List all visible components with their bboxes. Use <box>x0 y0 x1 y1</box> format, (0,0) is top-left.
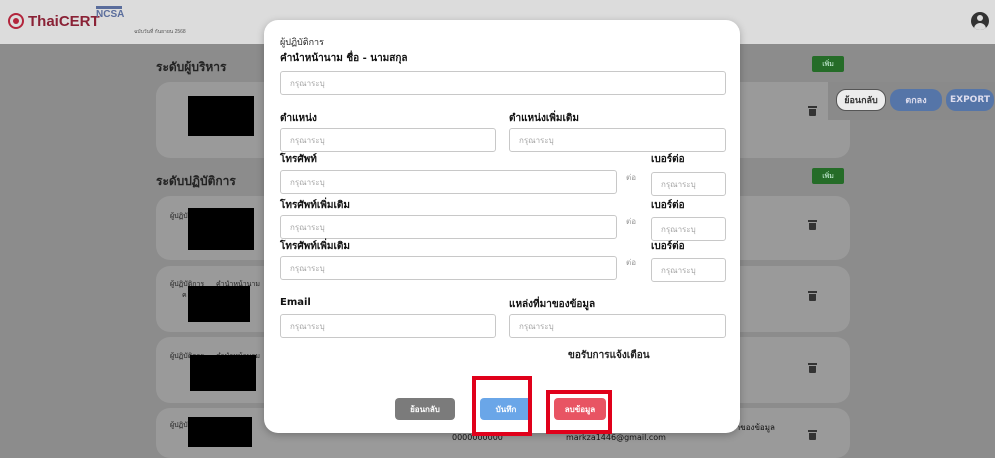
extra-ext-input[interactable] <box>651 217 726 241</box>
ext-joiner: ต่อ <box>626 173 636 182</box>
source-input[interactable] <box>509 314 726 338</box>
action-bar: ย้อนกลับ ตกลง EXPORT <box>828 82 995 120</box>
trash-icon[interactable] <box>808 106 817 116</box>
add-executive-button[interactable]: เพิ่ม <box>812 56 844 72</box>
name-input[interactable] <box>280 71 726 95</box>
extra-ext-input[interactable] <box>651 258 726 282</box>
topbar-date: ฉบับวันที่ กันยายน 2568 <box>134 29 186 35</box>
trash-icon[interactable] <box>808 220 817 230</box>
redacted-block <box>190 355 256 391</box>
source-label: แหล่งที่มาของข้อมูล <box>509 299 596 310</box>
modal-back-button[interactable]: ย้อนกลับ <box>395 398 455 420</box>
section-title-executive: ระดับผู้บริหาร <box>156 60 227 74</box>
name-label: คำนำหน้านาม ชื่อ - นามสกุล <box>280 53 408 64</box>
redacted-block <box>188 208 254 250</box>
ext-joiner: ต่อ <box>626 217 636 226</box>
ext-input[interactable] <box>651 172 726 196</box>
trash-icon[interactable] <box>808 430 817 440</box>
back-button[interactable]: ย้อนกลับ <box>836 89 886 111</box>
extra-position-input[interactable] <box>509 128 726 152</box>
ext-label: เบอร์ต่อ <box>651 200 685 211</box>
email-input[interactable] <box>280 314 496 338</box>
redacted-block <box>188 286 250 322</box>
brand-name: ThaiCERT <box>28 12 100 30</box>
ext-label: เบอร์ต่อ <box>651 154 685 165</box>
ok-button[interactable]: ตกลง <box>890 89 942 111</box>
extra-phone-input[interactable] <box>280 256 617 280</box>
thaicert-logo[interactable]: ThaiCERT <box>8 10 100 32</box>
extra-phone-input[interactable] <box>280 215 617 239</box>
extra-phone-label: โทรศัพท์เพิ่มเติม <box>280 241 350 252</box>
export-button[interactable]: EXPORT <box>946 89 994 111</box>
ext-joiner: ต่อ <box>626 258 636 267</box>
position-label: ตำแหน่ง <box>280 113 317 124</box>
bottom-email: markza1446@gmail.com <box>566 433 666 442</box>
extra-position-label: ตำแหน่งเพิ่มเติม <box>509 113 579 124</box>
phone-input[interactable] <box>280 170 617 194</box>
user-icon[interactable] <box>971 12 989 30</box>
section-title-operations: ระดับปฏิบัติการ <box>156 174 236 188</box>
edit-operator-modal: ผู้ปฏิบัติการ คำนำหน้านาม ชื่อ - นามสกุล… <box>264 20 740 433</box>
ext-label: เบอร์ต่อ <box>651 241 685 252</box>
position-input[interactable] <box>280 128 496 152</box>
save-highlight-box <box>472 376 532 436</box>
phone-label: โทรศัพท์ <box>280 154 317 165</box>
trash-icon[interactable] <box>808 291 817 301</box>
redacted-block <box>188 96 254 136</box>
notify-label: ขอรับการแจ้งเตือน <box>568 350 650 361</box>
email-label: Email <box>280 297 311 308</box>
extra-phone-label: โทรศัพท์เพิ่มเติม <box>280 200 350 211</box>
thaicert-emblem-icon <box>8 13 24 29</box>
ncsa-logo: NCSA <box>96 6 124 32</box>
trash-icon[interactable] <box>808 363 817 373</box>
redacted-block <box>188 417 252 447</box>
modal-heading: ผู้ปฏิบัติการ <box>280 38 324 48</box>
add-operations-button[interactable]: เพิ่ม <box>812 168 844 184</box>
card-short-label: ค <box>182 291 187 299</box>
delete-highlight-box <box>546 390 612 434</box>
